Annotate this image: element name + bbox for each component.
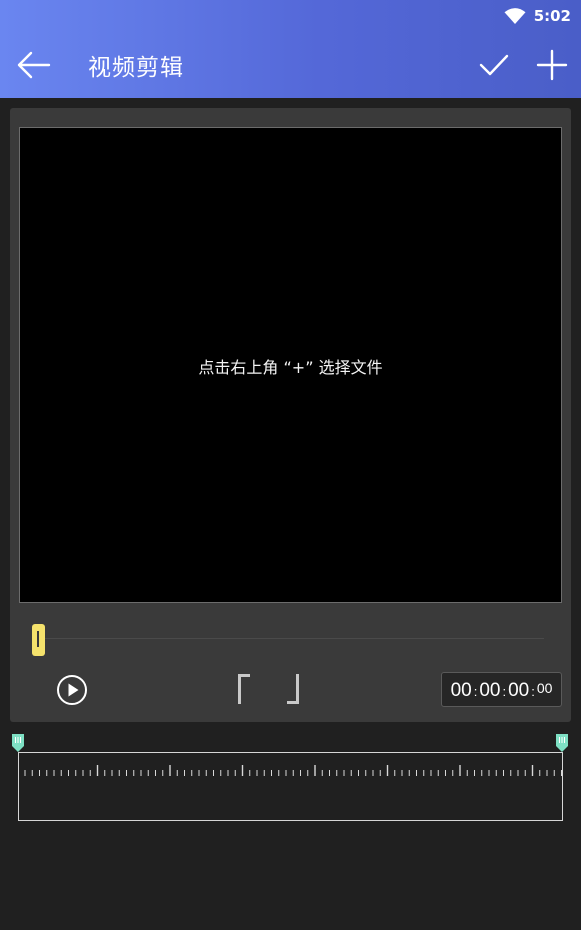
- wifi-icon: [504, 8, 526, 24]
- timecode-separator: :: [531, 684, 535, 699]
- timecode-display: 00 : 00 : 00 : 00: [441, 672, 562, 707]
- back-arrow-icon[interactable]: [14, 47, 54, 83]
- seek-track[interactable]: [32, 638, 544, 639]
- timecode-hours: 00: [450, 680, 472, 701]
- confirm-check-icon[interactable]: [476, 48, 512, 82]
- play-icon[interactable]: [56, 674, 88, 706]
- toolbar: 视频剪辑: [0, 36, 581, 94]
- status-time: 5:02: [533, 7, 571, 25]
- timecode-frames: 00: [536, 680, 553, 696]
- page-title: 视频剪辑: [88, 55, 184, 81]
- timecode-minutes: 00: [479, 680, 501, 701]
- add-file-plus-icon[interactable]: [534, 46, 570, 84]
- mark-out-button[interactable]: [287, 674, 299, 704]
- trim-end-handle-icon[interactable]: [555, 733, 569, 753]
- timecode-separator: :: [473, 684, 478, 699]
- video-preview[interactable]: 点击右上角 “+” 选择文件: [19, 127, 562, 603]
- editor-card: 点击右上角 “+” 选择文件 00 : 00 : 00 : 00: [10, 108, 571, 722]
- timecode-separator: :: [502, 684, 507, 699]
- empty-hint: 点击右上角 “+” 选择文件: [198, 358, 383, 377]
- timecode-seconds: 00: [508, 680, 530, 701]
- seek-thumb[interactable]: [32, 624, 45, 656]
- trim-start-handle-icon[interactable]: [11, 733, 25, 753]
- mark-in-button[interactable]: [238, 674, 250, 704]
- timeline-ruler: [24, 765, 562, 776]
- timeline[interactable]: [18, 752, 563, 821]
- app-bar: 5:02 视频剪辑: [0, 0, 581, 98]
- status-bar: 5:02: [504, 4, 571, 28]
